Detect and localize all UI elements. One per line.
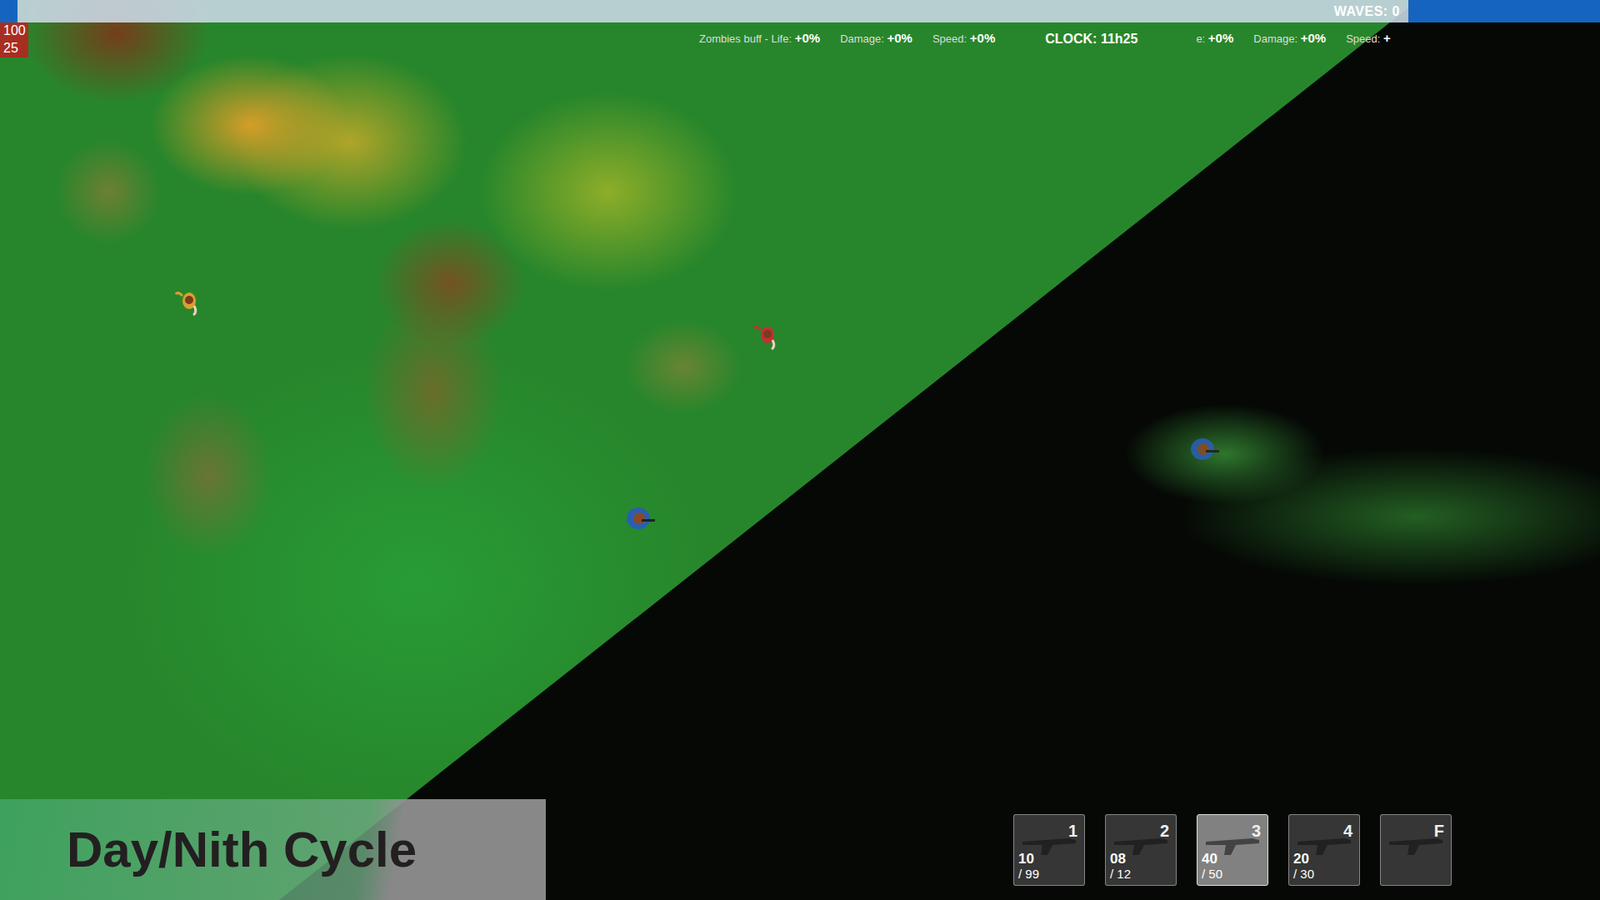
- wave-track: [0, 0, 1328, 23]
- slot-key: 1: [1068, 818, 1078, 844]
- weapon-slot[interactable]: 3 40/ 50: [1196, 814, 1269, 886]
- buff-label: Damage:: [1253, 32, 1298, 45]
- buff: Speed: +0%: [932, 29, 995, 49]
- buff-value: +0%: [1300, 30, 1326, 45]
- ammo-count: 20: [1293, 851, 1315, 868]
- buff-value: +0%: [887, 30, 913, 45]
- slot-ammo: 08/ 12: [1110, 851, 1131, 881]
- weapon-slot[interactable]: 1 10/ 99: [1013, 814, 1085, 886]
- buff: Speed: +: [1345, 29, 1391, 49]
- clock: CLOCK: 11h25: [1045, 22, 1138, 50]
- buff-value: +0%: [795, 30, 820, 45]
- slot-ammo: 20/ 30: [1293, 851, 1315, 881]
- slot-key: 3: [1251, 818, 1261, 844]
- buff-value: +: [1383, 30, 1391, 45]
- slot-ammo: 40/ 50: [1201, 851, 1223, 881]
- caption: Day/Nith Cycle: [0, 812, 417, 888]
- weapon-bar: 1 10/ 99 2 08/ 12 3 40/ 50 4 20/ 30 F: [1013, 814, 1452, 886]
- weapon-slot[interactable]: 2 08/ 12: [1105, 814, 1177, 886]
- slot-key: 4: [1343, 818, 1353, 844]
- buff-label: e:: [1195, 32, 1205, 45]
- buff-label: Zombies buff - Life:: [699, 32, 792, 45]
- bottom-row: Day/Nith Cycle 110/ 99208/ 12340/ 50420/…: [0, 799, 1600, 900]
- buff-label: Speed:: [932, 32, 967, 45]
- slot-key: 2: [1160, 818, 1170, 844]
- buff: Zombies buff - Life: +0%: [699, 29, 820, 49]
- slot-key: F: [1434, 818, 1445, 844]
- buff-value: +0%: [970, 30, 995, 45]
- player-stat: 100: [0, 22, 29, 40]
- buff: Damage: +0%: [840, 29, 913, 49]
- buff-label: Damage:: [840, 32, 885, 45]
- hud-row: 10025 Zombies buff - Life: +0%Damage: +0…: [0, 22, 1600, 56]
- buff-label: Speed:: [1345, 32, 1380, 45]
- game-view: WAVES: 0 10025 Zombies buff - Life: +0%D…: [0, 0, 1600, 900]
- player-stats: 10025: [0, 22, 50, 58]
- ammo-max: / 50: [1201, 867, 1223, 882]
- night-buffs: e: +0%Damage: +0%Speed: +: [1195, 22, 1390, 49]
- caption-box: Day/Nith Cycle: [0, 799, 546, 900]
- buff: Damage: +0%: [1253, 29, 1326, 49]
- weapon-slot[interactable]: 4 20/ 30: [1288, 814, 1360, 886]
- night-overlay: [0, 0, 1600, 900]
- ammo-count: 40: [1201, 851, 1223, 868]
- top-bar: WAVES: 0: [0, 0, 1600, 23]
- day-buffs: Zombies buff - Life: +0%Damage: +0%Speed…: [699, 22, 995, 49]
- zombie-icon: [172, 284, 206, 318]
- ammo-count: 08: [1110, 851, 1131, 868]
- player-stat: 25: [0, 40, 29, 58]
- zombie-icon: [750, 318, 785, 352]
- ammo-count: 10: [1018, 851, 1040, 868]
- slot-ammo: 10/ 99: [1018, 851, 1040, 881]
- weapon-slot[interactable]: F: [1380, 814, 1452, 886]
- waves-label: WAVES: 0: [1327, 1, 1409, 22]
- buff-value: +0%: [1208, 30, 1234, 45]
- buff: e: +0%: [1195, 29, 1234, 49]
- player-icon: [1187, 432, 1221, 466]
- ammo-max: / 99: [1018, 867, 1040, 882]
- hud: WAVES: 0 10025 Zombies buff - Life: +0%D…: [0, 0, 1600, 900]
- wave-fill: [0, 0, 18, 23]
- waves-bar-end: [1408, 0, 1600, 23]
- ammo-max: / 12: [1110, 867, 1131, 882]
- player-icon: [623, 501, 657, 535]
- ammo-max: / 30: [1293, 867, 1315, 882]
